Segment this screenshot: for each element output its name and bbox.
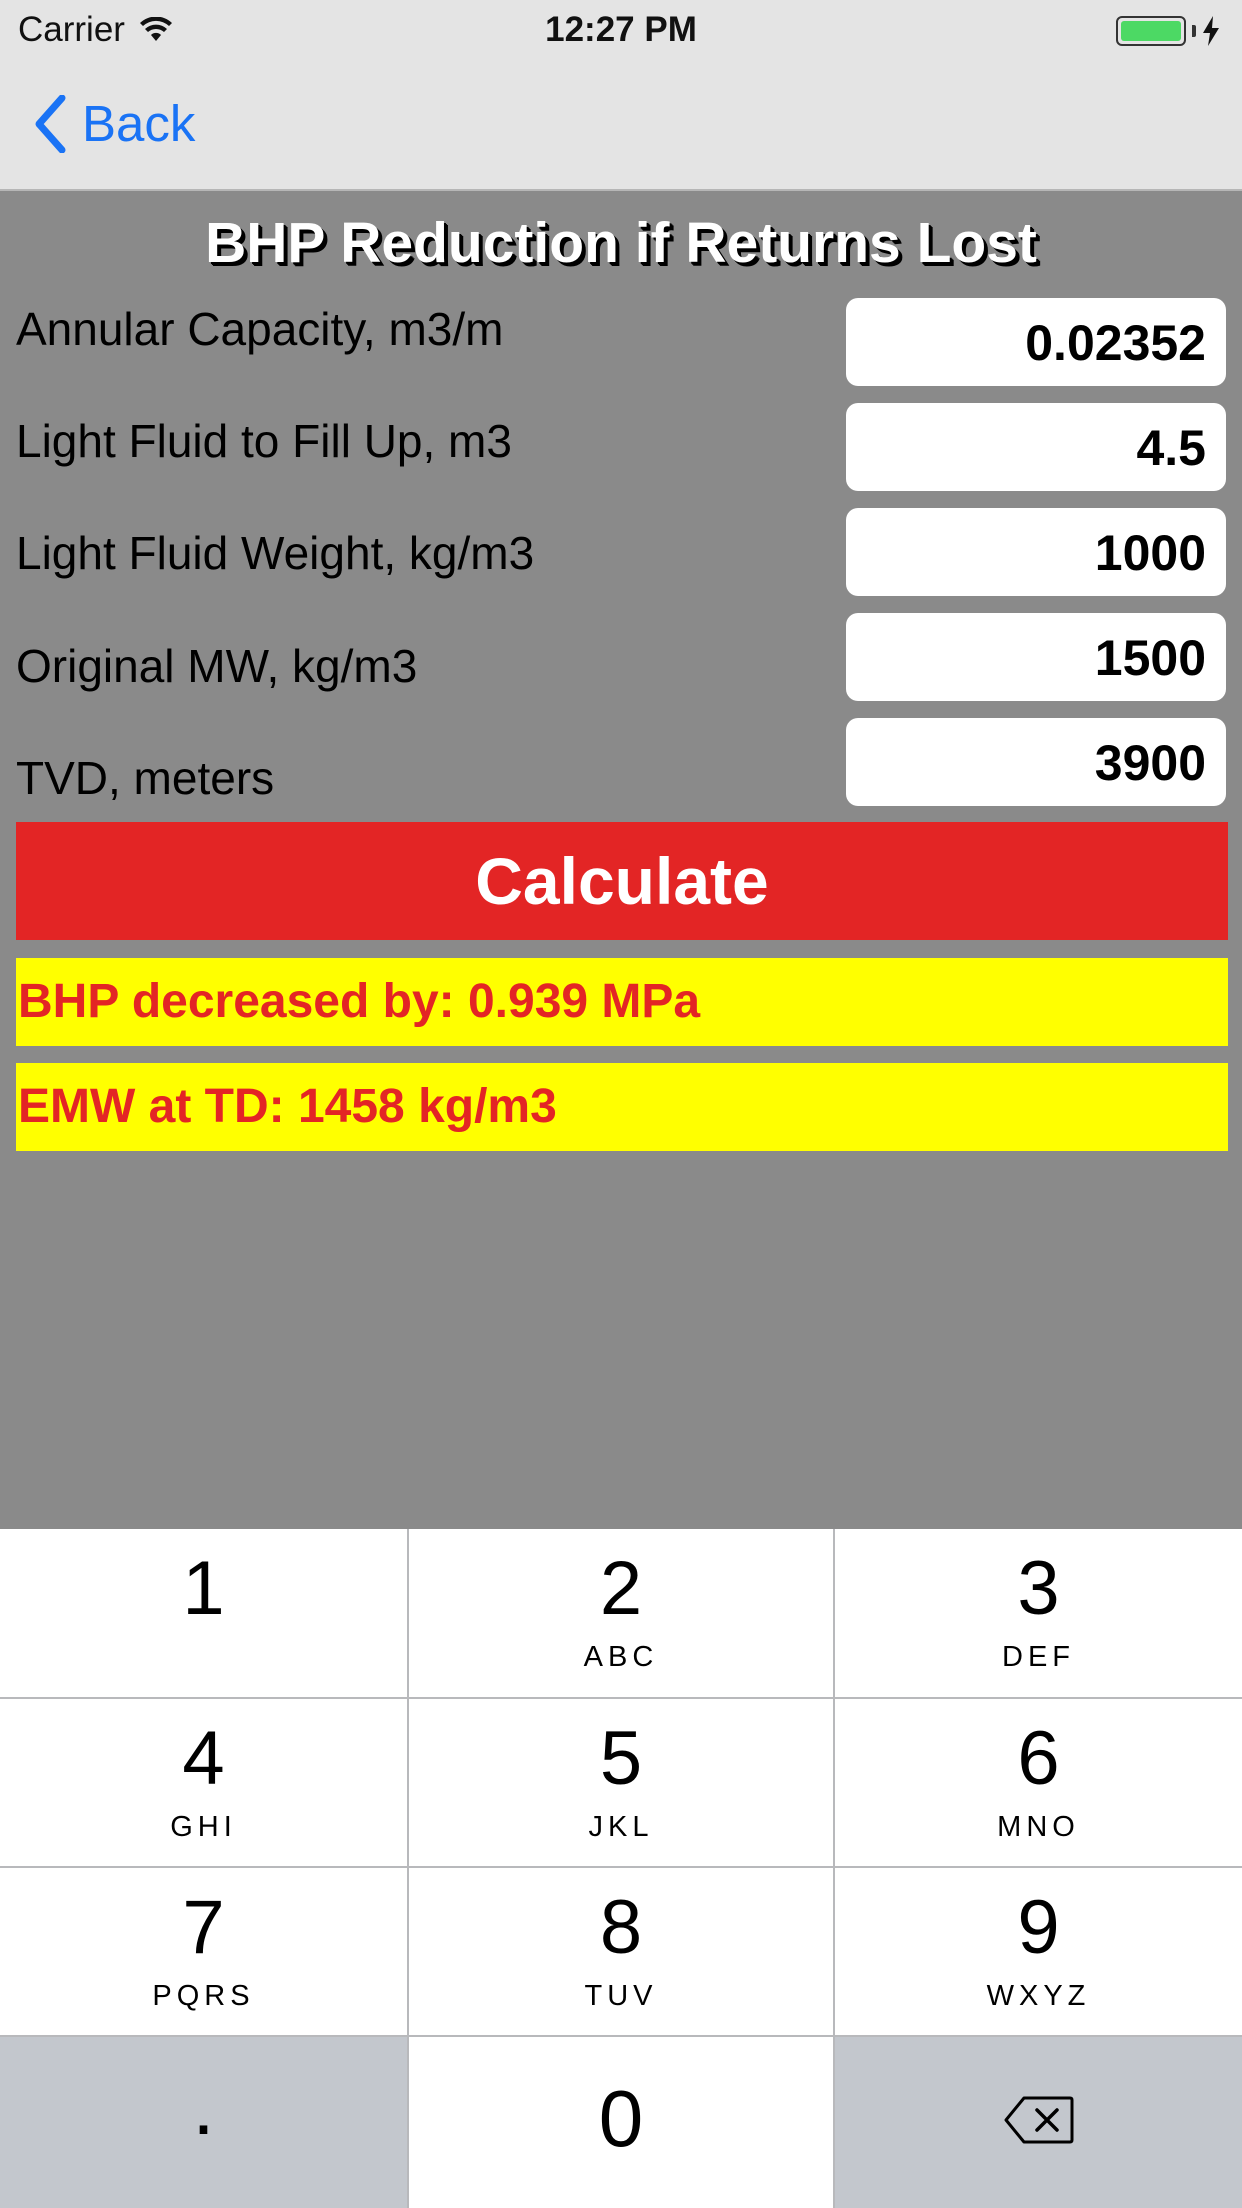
key-letters: JKL xyxy=(588,1811,654,1843)
key-digit: 1 xyxy=(182,1546,225,1631)
field-label: TVD, meters xyxy=(16,752,275,804)
light-fluid-weight-input[interactable]: 1000 xyxy=(846,508,1226,596)
key-5[interactable]: 5 JKL xyxy=(409,1699,833,1866)
clock: 12:27 PM xyxy=(545,10,697,49)
numeric-keypad: 1 2 ABC 3 DEF 4 GHI 5 JKL 6 MNO 7 PQRS 8… xyxy=(0,1529,1242,2208)
form-row-light-fluid-weight: Light Fluid Weight, kg/m3 1000 xyxy=(16,508,1226,598)
key-digit: 7 xyxy=(182,1885,225,1970)
charging-bolt-icon xyxy=(1203,16,1219,46)
original-mw-input[interactable]: 1500 xyxy=(846,613,1226,701)
status-bar: Carrier 12:27 PM xyxy=(0,0,1242,62)
emw-result: EMW at TD: 1458 kg/m3 xyxy=(16,1063,1228,1151)
chevron-left-icon xyxy=(35,94,66,153)
key-1[interactable]: 1 xyxy=(0,1529,407,1697)
back-label: Back xyxy=(82,95,196,152)
back-button[interactable]: Back xyxy=(34,94,195,153)
key-digit: 9 xyxy=(1017,1885,1060,1970)
key-digit: 3 xyxy=(1017,1546,1060,1631)
field-label: Annular Capacity, m3/m xyxy=(16,303,504,355)
key-digit: 5 xyxy=(599,1716,643,1801)
key-digit: . xyxy=(192,2062,215,2151)
key-0[interactable]: 0 xyxy=(409,2037,833,2208)
battery-indicator xyxy=(1116,16,1220,46)
key-3[interactable]: 3 DEF xyxy=(835,1529,1242,1697)
form-row-light-fluid-fill: Light Fluid to Fill Up, m3 4.5 xyxy=(16,403,1226,493)
key-letters: DEF xyxy=(1002,1641,1075,1673)
form-row-original-mw: Original MW, kg/m3 1500 xyxy=(16,613,1226,703)
key-4[interactable]: 4 GHI xyxy=(0,1699,407,1866)
form-row-annular-capacity: Annular Capacity, m3/m 0.02352 xyxy=(16,298,1226,388)
annular-capacity-input[interactable]: 0.02352 xyxy=(846,298,1226,386)
key-8[interactable]: 8 TUV xyxy=(409,1868,833,2035)
delete-key[interactable] xyxy=(835,2037,1242,2208)
form-row-tvd: TVD, meters 3900 xyxy=(16,718,1226,808)
tvd-input[interactable]: 3900 xyxy=(846,718,1226,806)
key-9[interactable]: 9 WXYZ xyxy=(835,1868,1242,2035)
key-digit: 0 xyxy=(598,2074,644,2163)
key-letters: MNO xyxy=(997,1811,1080,1843)
key-digit: 8 xyxy=(599,1885,643,1970)
key-digit: 6 xyxy=(1017,1716,1060,1801)
bhp-result: BHP decreased by: 0.939 MPa xyxy=(16,958,1228,1046)
key-letters: ABC xyxy=(583,1641,659,1673)
key-digit: 4 xyxy=(182,1716,225,1801)
light-fluid-fill-input[interactable]: 4.5 xyxy=(846,403,1226,491)
field-label: Light Fluid Weight, kg/m3 xyxy=(16,527,535,579)
key-letters: PQRS xyxy=(152,1980,255,2012)
calculate-button[interactable]: Calculate xyxy=(16,822,1228,940)
field-label: Light Fluid to Fill Up, m3 xyxy=(16,415,512,467)
battery-icon xyxy=(1116,16,1186,46)
key-7[interactable]: 7 PQRS xyxy=(0,1868,407,2035)
key-letters: WXYZ xyxy=(986,1980,1091,2012)
field-label: Original MW, kg/m3 xyxy=(16,640,418,692)
navigation-bar: Carrier 12:27 PM Back xyxy=(0,0,1242,191)
key-6[interactable]: 6 MNO xyxy=(835,1699,1242,1866)
key-decimal[interactable]: . xyxy=(0,2037,407,2208)
key-2[interactable]: 2 ABC xyxy=(409,1529,833,1697)
key-digit: 2 xyxy=(599,1546,643,1631)
key-letters: GHI xyxy=(170,1811,237,1843)
backspace-icon xyxy=(1004,2096,1073,2144)
page-title: BHP Reduction if Returns Lost xyxy=(205,211,1037,275)
key-letters: TUV xyxy=(584,1980,658,2012)
